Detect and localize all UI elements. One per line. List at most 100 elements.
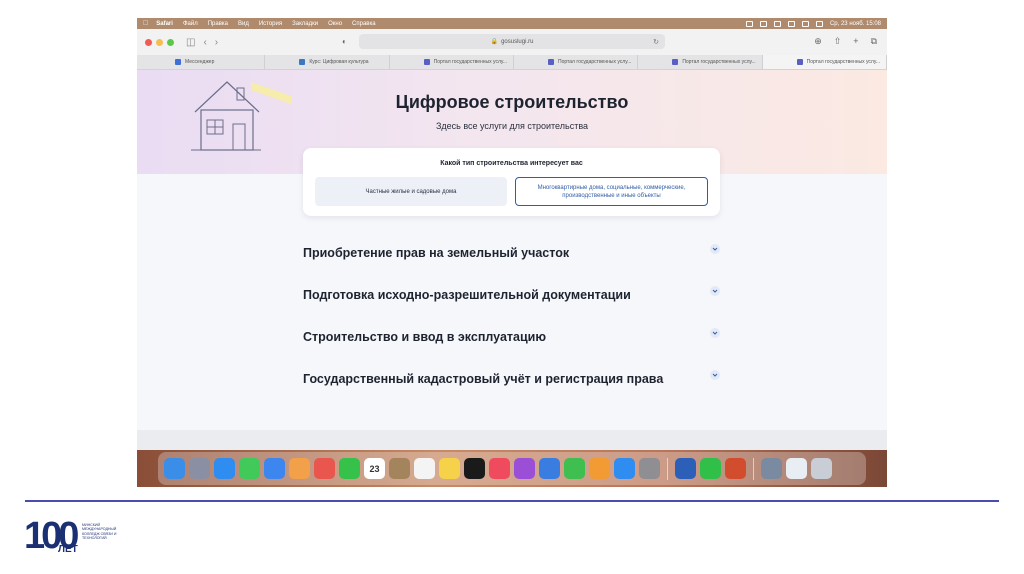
slide:  Safari Файл Правка Вид История Закладк…	[0, 0, 1024, 574]
address-text: gosuslugi.ru	[501, 38, 534, 45]
powerpoint-icon[interactable]	[725, 458, 746, 479]
option-multi-apartment[interactable]: Многоквартирные дома, социальные, коммер…	[515, 177, 708, 206]
input-source-icon[interactable]	[773, 20, 781, 27]
notes-brown-icon[interactable]	[389, 458, 410, 479]
downloads-icon[interactable]: ⊕	[814, 36, 822, 47]
privacy-shield-icon[interactable]: ◐	[342, 37, 347, 46]
pen-icon[interactable]	[745, 20, 753, 27]
safari-icon[interactable]	[214, 458, 235, 479]
page-subtitle: Здесь все услуги для строительства	[435, 121, 589, 131]
forward-icon[interactable]: ›	[215, 37, 218, 48]
facetime-icon[interactable]	[339, 458, 360, 479]
tab-gosuslugi-active[interactable]: Портал государственных услу...	[762, 55, 887, 69]
tab-gosuslugi-2[interactable]: Портал государственных услу...	[514, 55, 639, 69]
share-icon[interactable]: ⇧	[834, 36, 842, 47]
podcasts-icon[interactable]	[514, 458, 535, 479]
back-icon[interactable]: ‹	[203, 37, 206, 48]
battery-icon[interactable]	[759, 20, 767, 27]
section-documentation[interactable]: Подготовка исходно-разрешительной докуме…	[303, 285, 720, 305]
menubar-app-name[interactable]: Safari	[156, 21, 173, 27]
photos-app-icon[interactable]	[314, 458, 335, 479]
tab-gosuslugi-1[interactable]: Портал государственных услу...	[390, 55, 514, 69]
finder-icon[interactable]	[164, 458, 185, 479]
word-icon[interactable]	[675, 458, 696, 479]
section-title: Строительство и ввод в эксплуатацию	[303, 330, 547, 344]
apple-icon[interactable]: 	[143, 20, 148, 27]
photos-icon[interactable]	[289, 458, 310, 479]
menu-bookmarks[interactable]: Закладки	[292, 21, 318, 27]
address-bar[interactable]: 🔒 gosuslugi.ru ↻	[359, 34, 665, 49]
minimize-window-button[interactable]	[156, 38, 163, 46]
messenger-favicon-icon	[175, 59, 181, 65]
wifi-icon[interactable]	[787, 20, 795, 27]
trash-icon[interactable]	[811, 458, 832, 479]
settings-icon[interactable]	[639, 458, 660, 479]
section-title: Подготовка исходно-разрешительной докуме…	[303, 288, 631, 302]
slide-divider	[25, 500, 999, 502]
menu-file[interactable]: Файл	[183, 21, 198, 27]
tab-messenger[interactable]: Мессенджер	[137, 55, 266, 69]
menu-window[interactable]: Окно	[328, 21, 342, 27]
chevron-down-icon[interactable]	[710, 244, 720, 254]
menu-edit[interactable]: Правка	[208, 21, 228, 27]
numbers-icon[interactable]	[564, 458, 585, 479]
dock-separator	[753, 457, 754, 480]
appletv-icon[interactable]	[464, 458, 485, 479]
music-icon[interactable]	[489, 458, 510, 479]
notes-icon[interactable]	[439, 458, 460, 479]
course-favicon-icon	[299, 59, 306, 65]
menu-view[interactable]: Вид	[238, 21, 249, 27]
messages-icon[interactable]	[239, 458, 260, 479]
dock-separator	[667, 457, 668, 480]
college-logo: 100 ЛЕТ МИНСКИЙ МЕЖДУНАРОДНЫЙ КОЛЛЕДЖ СВ…	[22, 515, 132, 563]
menu-help[interactable]: Справка	[352, 21, 376, 27]
page-title: Цифровое строительство	[395, 92, 629, 112]
gosuslugi-favicon-icon	[796, 59, 803, 65]
dock: 23	[158, 452, 866, 485]
tab-label: Портал государственных услу...	[433, 59, 508, 65]
tab-label: Портал государственных услу...	[682, 59, 756, 65]
house-illustration-icon	[191, 81, 291, 151]
chevron-down-icon[interactable]	[710, 286, 720, 296]
menubar-clock[interactable]: Ср, 23 нояб. 15:08	[830, 21, 881, 27]
zoom-window-button[interactable]	[167, 38, 174, 46]
screenshot-frame:  Safari Файл Правка Вид История Закладк…	[137, 18, 887, 487]
spotlight-icon[interactable]	[801, 20, 809, 27]
appstore-icon[interactable]	[614, 458, 635, 479]
tab-course[interactable]: Курс: Цифровая культура	[265, 55, 390, 69]
section-construction[interactable]: Строительство и ввод в эксплуатацию	[303, 327, 720, 347]
preview-icon[interactable]	[761, 458, 782, 479]
construction-type-question: Какой тип строительства интересует вас	[440, 160, 583, 167]
logo-caption: МИНСКИЙ МЕЖДУНАРОДНЫЙ КОЛЛЕДЖ СВЯЗИ И ТЕ…	[82, 523, 117, 541]
tab-label: Мессенджер	[185, 59, 215, 65]
section-title: Приобретение прав на земельный участок	[303, 246, 570, 260]
section-cadastral[interactable]: Государственный кадастровый учёт и регис…	[303, 369, 720, 389]
menu-history[interactable]: История	[259, 21, 282, 27]
launchpad-icon[interactable]	[189, 458, 210, 479]
pages-icon[interactable]	[589, 458, 610, 479]
gosuslugi-favicon-icon	[423, 59, 430, 65]
mac-menubar:  Safari Файл Правка Вид История Закладк…	[137, 18, 887, 29]
sidebar-toggle-icon[interactable]: ◫	[186, 37, 195, 48]
mail-doc-icon[interactable]	[786, 458, 807, 479]
new-tab-icon[interactable]: +	[853, 36, 858, 47]
chevron-down-icon[interactable]	[710, 370, 720, 380]
tab-gosuslugi-3[interactable]: Портал государственных услу...	[638, 55, 763, 69]
chevron-down-icon[interactable]	[710, 328, 720, 338]
reload-icon[interactable]: ↻	[653, 38, 659, 46]
control-center-icon[interactable]	[815, 20, 823, 27]
mail-icon[interactable]	[264, 458, 285, 479]
option-private-houses[interactable]: Частные жилые и садовые дома	[315, 177, 507, 206]
tab-label: Портал государственных услу...	[806, 59, 881, 65]
calendar-icon[interactable]: 23	[364, 458, 385, 479]
tab-overview-icon[interactable]: ⧉	[871, 36, 877, 47]
keynote-icon[interactable]	[539, 458, 560, 479]
section-land-rights[interactable]: Приобретение прав на земельный участок	[303, 243, 720, 263]
close-window-button[interactable]	[145, 38, 152, 46]
toolbar-right-group: ⊕ ⇧ + ⧉	[814, 36, 877, 47]
construction-type-card: Какой тип строительства интересует вас Ч…	[303, 148, 720, 216]
reminders-icon[interactable]	[414, 458, 435, 479]
whatsapp-icon[interactable]	[700, 458, 721, 479]
gosuslugi-favicon-icon	[547, 59, 554, 65]
page-footer-strip	[137, 430, 887, 450]
